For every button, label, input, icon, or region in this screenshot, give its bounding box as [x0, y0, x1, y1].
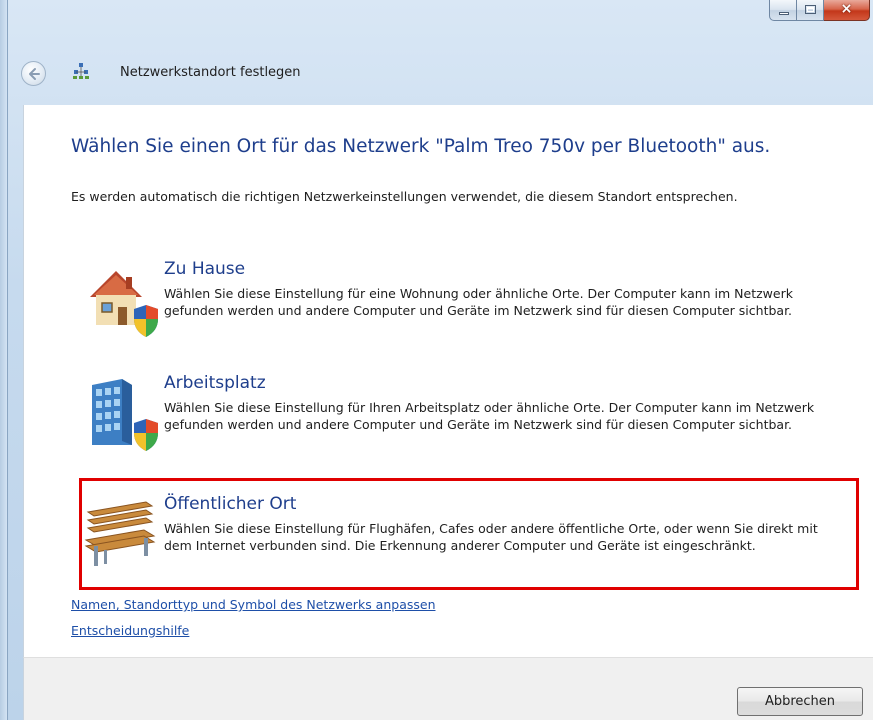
- location-option-work[interactable]: Arbeitsplatz Wählen Sie diese Einstellun…: [80, 373, 838, 477]
- close-button[interactable]: ×: [824, 0, 870, 21]
- back-arrow-icon: [29, 68, 40, 80]
- close-icon: ×: [840, 1, 853, 17]
- maximize-button[interactable]: [797, 0, 824, 21]
- caption-buttons: ×: [769, 0, 870, 22]
- network-icon: [73, 63, 89, 79]
- option-title: Zu Hause: [164, 259, 246, 279]
- help-link[interactable]: Entscheidungshilfe: [71, 623, 189, 638]
- option-description: Wählen Sie diese Einstellung für Ihren A…: [164, 400, 815, 432]
- minimize-button[interactable]: [769, 0, 797, 21]
- option-title: Arbeitsplatz: [164, 373, 266, 393]
- intro-text: Es werden automatisch die richtigen Netz…: [71, 189, 738, 204]
- minimize-icon: [779, 12, 789, 15]
- location-option-home[interactable]: Zu Hause Wählen Sie diese Einstellung fü…: [80, 259, 838, 363]
- house-shield-icon: [90, 271, 158, 337]
- content-panel: Wählen Sie einen Ort für das Netzwerk "P…: [23, 105, 873, 657]
- back-button[interactable]: [21, 61, 46, 86]
- window-border-left: [0, 0, 8, 720]
- customize-network-link[interactable]: Namen, Standorttyp und Symbol des Netzwe…: [71, 597, 436, 612]
- window-title: Netzwerkstandort festlegen: [120, 65, 301, 80]
- page-heading: Wählen Sie einen Ort für das Netzwerk "P…: [71, 136, 771, 157]
- cancel-button[interactable]: Abbrechen: [737, 687, 863, 716]
- footer-bar: Abbrechen: [23, 657, 873, 720]
- option-description: Wählen Sie diese Einstellung für eine Wo…: [164, 286, 793, 318]
- maximize-icon: [805, 5, 816, 14]
- office-building-shield-icon: [92, 379, 158, 451]
- selection-highlight: [79, 478, 859, 590]
